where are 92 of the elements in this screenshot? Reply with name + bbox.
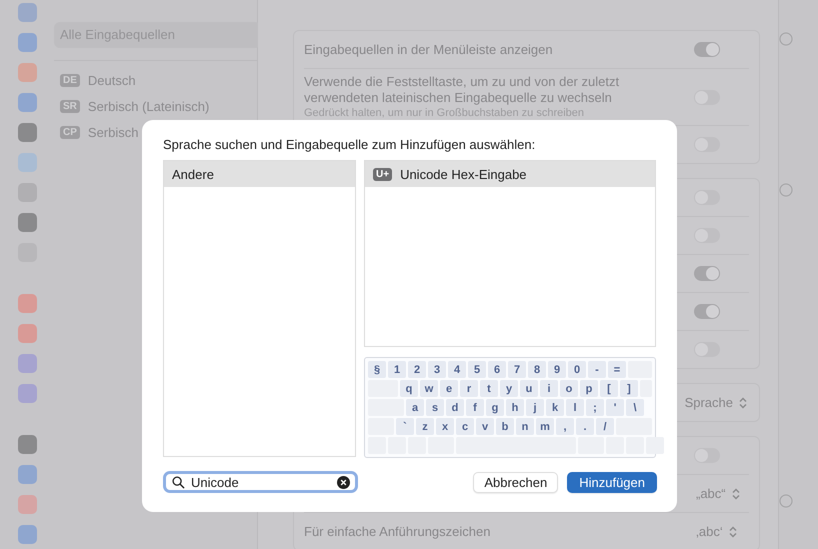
keyboard-key: 8 <box>528 361 546 378</box>
circle-icon <box>779 494 793 508</box>
keyboard-key: = <box>608 361 626 378</box>
app-icon[interactable] <box>18 354 37 373</box>
keyboard-key: 0 <box>568 361 586 378</box>
search-icon <box>172 476 185 488</box>
keyboard-key: j <box>526 399 544 416</box>
keyboard-key: 4 <box>448 361 466 378</box>
input-source-item[interactable]: Deutsch <box>88 72 136 88</box>
keyboard-key: x <box>436 418 454 435</box>
keyboard-key: ` <box>396 418 414 435</box>
app-icon[interactable] <box>18 93 37 112</box>
popup-button[interactable]: ‚abc‘ <box>694 522 739 541</box>
keyboard-key: w <box>420 380 438 397</box>
keyboard-key: v <box>476 418 494 435</box>
app-icon[interactable] <box>18 294 37 313</box>
setting-label: Verwende die Feststelltaste, um zu und von der zuletzt verwendeten lateinischen Eingabequelle zu wechseln <box>304 74 620 106</box>
keyboard-key: t <box>480 380 498 397</box>
updown-chevron-icon <box>739 396 747 408</box>
keyboard-key: - <box>588 361 606 378</box>
keyboard-key: g <box>486 399 504 416</box>
search-field[interactable]: Unicode <box>163 471 358 493</box>
keyboard-key: i <box>540 380 558 397</box>
app-icon[interactable] <box>18 33 37 52</box>
app-icon[interactable] <box>18 495 37 514</box>
keyboard-key: . <box>576 418 594 435</box>
input-source-item[interactable]: U+ Unicode Hex-Eingabe <box>365 161 655 187</box>
keyboard-key: o <box>560 380 578 397</box>
keyboard-key: s <box>426 399 444 416</box>
keyboard-key: b <box>496 418 514 435</box>
keyboard-key: h <box>506 399 524 416</box>
dialog-title: Sprache suchen und Eingabequelle zum Hinzufügen auswählen: <box>163 137 536 152</box>
cancel-button[interactable]: Abbrechen <box>473 472 558 492</box>
keyboard-key: ] <box>620 380 638 397</box>
setting-label: Für einfache Anführungszeichen <box>304 524 492 540</box>
setting-label: Eingabequellen in der Menüleiste anzeigen <box>304 42 554 58</box>
keyboard-key: 2 <box>408 361 426 378</box>
clear-icon[interactable] <box>337 476 350 488</box>
app-icon[interactable] <box>18 384 37 403</box>
app-icon[interactable] <box>18 3 37 22</box>
keyboard-key: e <box>440 380 458 397</box>
keyboard-key: m <box>536 418 554 435</box>
keyboard-key: / <box>596 418 614 435</box>
keyboard-key: k <box>546 399 564 416</box>
circle-icon <box>779 183 793 197</box>
keyboard-key: § <box>368 361 386 378</box>
keyboard-key: n <box>516 418 534 435</box>
keyboard-key: c <box>456 418 474 435</box>
keyboard-key: q <box>400 380 418 397</box>
popup-button[interactable]: „abc“ <box>694 484 742 503</box>
keyboard-key: 3 <box>428 361 446 378</box>
updown-chevron-icon <box>728 526 737 538</box>
blank-key <box>646 437 664 454</box>
keyboard-key: 6 <box>488 361 506 378</box>
keyboard-key: 1 <box>388 361 406 378</box>
keyboard-key: 5 <box>468 361 486 378</box>
keyboard-key: l <box>566 399 584 416</box>
keyboard-key: 9 <box>548 361 566 378</box>
keyboard-key: y <box>500 380 518 397</box>
toggle-switch[interactable] <box>694 42 720 57</box>
popup-button[interactable]: Sprache <box>682 393 749 412</box>
keyboard-key: 7 <box>508 361 526 378</box>
keyboard-key: z <box>416 418 434 435</box>
updown-chevron-icon <box>732 488 740 500</box>
keyboard-key: p <box>580 380 598 397</box>
keyboard-key: , <box>556 418 574 435</box>
keyboard-key: ' <box>606 399 624 416</box>
app-icon[interactable] <box>18 525 37 544</box>
keyboard-key: a <box>406 399 424 416</box>
app-icon[interactable] <box>18 213 37 232</box>
keyboard-key: u <box>520 380 538 397</box>
circle-icon <box>779 32 793 46</box>
app-icon[interactable] <box>18 123 37 142</box>
app-icon[interactable] <box>18 63 37 82</box>
keyboard-key: ; <box>586 399 604 416</box>
app-icon[interactable] <box>18 465 37 484</box>
input-source-item[interactable]: Serbisch (Lateinisch) <box>88 98 210 114</box>
add-button[interactable]: Hinzufügen <box>567 472 657 492</box>
toggle-switch[interactable] <box>694 266 720 281</box>
app-icon[interactable] <box>18 435 37 454</box>
language-item[interactable]: Andere <box>164 161 355 187</box>
toggle-switch[interactable] <box>694 304 720 319</box>
input-source-item[interactable]: Serbisch <box>88 124 138 140</box>
keyboard-key: \ <box>626 399 644 416</box>
source-name: Unicode Hex-Eingabe <box>400 166 527 182</box>
source-badge: U+ <box>373 168 392 180</box>
keyboard-key: d <box>446 399 464 416</box>
app-icon[interactable] <box>18 153 37 172</box>
keyboard-key: f <box>466 399 484 416</box>
keyboard-key: [ <box>600 380 618 397</box>
keyboard-key: r <box>460 380 478 397</box>
app-icon[interactable] <box>18 324 37 343</box>
